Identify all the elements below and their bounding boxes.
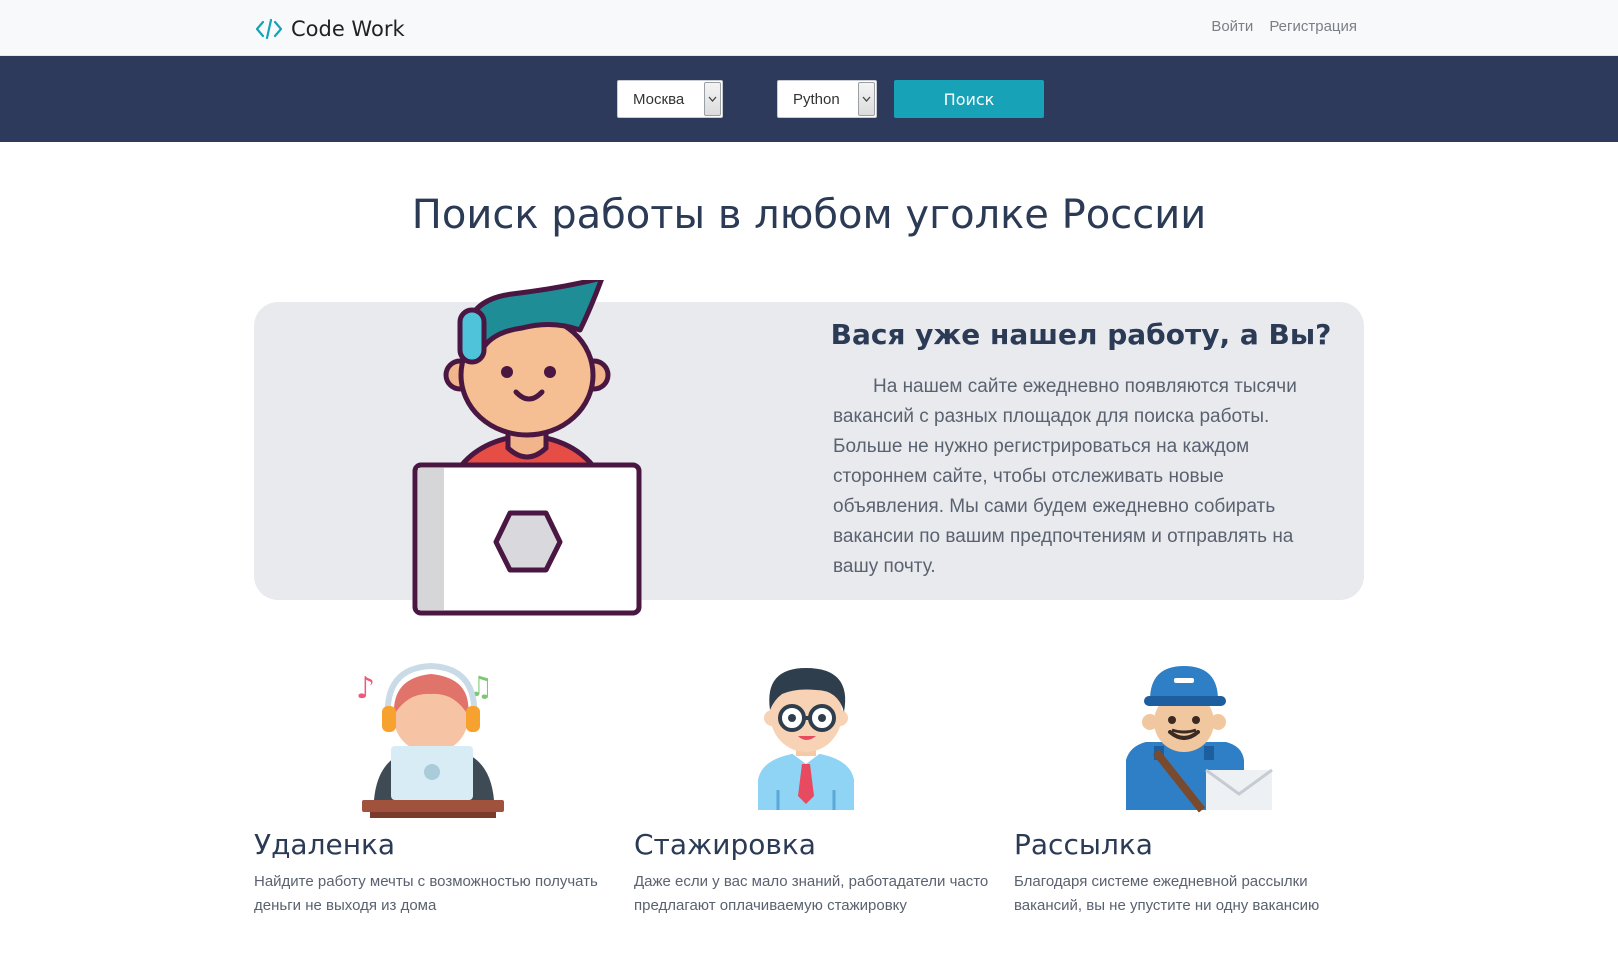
- intern-icon: [758, 668, 854, 810]
- login-link[interactable]: Войти: [1211, 18, 1253, 35]
- chevron-down-icon[interactable]: [704, 82, 721, 116]
- auth-links: Войти Регистрация: [1211, 18, 1357, 35]
- feature-text-newsletter: Благодаря системе ежедневной рассылки ва…: [1014, 873, 1320, 914]
- chevron-down-icon[interactable]: [858, 82, 875, 116]
- feature-text-remote: Найдите работу мечты с возможностью полу…: [254, 873, 598, 914]
- promo-title: Вася уже нашел работу, а Вы?: [830, 318, 1332, 351]
- search-button[interactable]: Поиск: [894, 80, 1044, 118]
- search-bar: Москва Python Поиск: [0, 56, 1618, 142]
- top-navbar: Code Work Войти Регистрация: [0, 0, 1618, 56]
- svg-text:♪: ♪: [356, 671, 375, 706]
- feature-text-internship: Даже если у вас мало знаний, работадател…: [634, 873, 989, 914]
- language-select-value: Python: [793, 90, 840, 108]
- code-brackets-icon: [255, 18, 283, 40]
- city-select[interactable]: Москва: [617, 80, 723, 118]
- feature-title-internship: Стажировка: [634, 828, 816, 861]
- brand-name: Code Work: [291, 17, 405, 41]
- city-select-value: Москва: [633, 90, 685, 108]
- remote-worker-icon: ♪ ♫ ♪: [356, 662, 504, 818]
- promo-description: На нашем сайте ежедневно появляются тыся…: [833, 376, 1297, 577]
- page-title: Поиск работы в любом уголке России: [411, 192, 1207, 238]
- feature-title-remote: Удаленка: [254, 828, 396, 861]
- brand-logo-link[interactable]: Code Work: [255, 14, 405, 44]
- mailman-icon: [1126, 666, 1273, 813]
- register-link[interactable]: Регистрация: [1269, 18, 1357, 35]
- feature-title-newsletter: Рассылка: [1014, 828, 1153, 861]
- developer-at-laptop-icon: [412, 280, 642, 616]
- language-select[interactable]: Python: [777, 80, 877, 118]
